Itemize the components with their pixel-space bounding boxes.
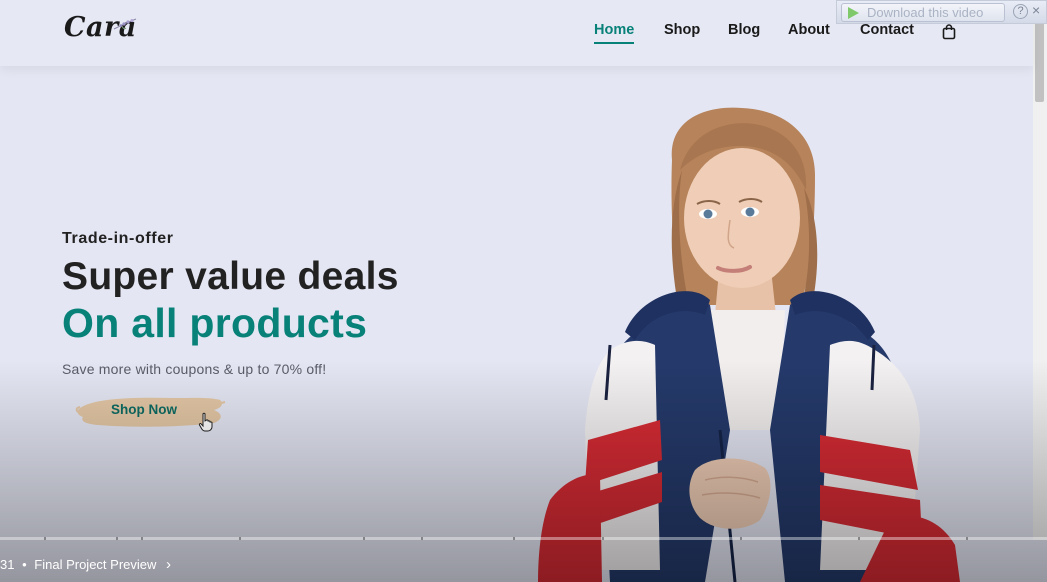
chapter-marker: [421, 537, 423, 540]
page-scrollbar[interactable]: [1033, 0, 1047, 540]
download-video-button[interactable]: Download this video: [841, 3, 1005, 22]
chapter-marker: [239, 537, 241, 540]
model-image: [538, 107, 960, 582]
hand-pointer-cursor-icon: [198, 412, 213, 432]
chapter-title-label: Final Project Preview: [34, 557, 157, 572]
nav-active-underline: [594, 42, 635, 44]
nav-blog[interactable]: Blog: [728, 22, 760, 38]
chapter-marker: [966, 537, 968, 540]
chapter-marker: [602, 537, 604, 540]
nav-shop[interactable]: Shop: [664, 22, 700, 38]
nav-home[interactable]: Home: [594, 22, 635, 44]
chapter-separator: •: [22, 557, 27, 572]
download-video-toolbar: Download this video ? ×: [836, 0, 1047, 24]
download-video-label: Download this video: [867, 5, 984, 20]
nav-contact[interactable]: Contact: [860, 22, 914, 38]
video-chapter-title[interactable]: 31 • Final Project Preview ›: [0, 556, 171, 573]
chevron-right-icon: ›: [166, 556, 172, 573]
chapter-marker: [44, 537, 46, 540]
video-time: 31: [0, 557, 15, 572]
play-icon: [848, 7, 859, 19]
shopping-bag-icon[interactable]: [941, 24, 957, 40]
chapter-marker: [116, 537, 118, 540]
shop-now-label: Shop Now: [111, 402, 177, 417]
chapter-marker: [363, 537, 365, 540]
chapter-marker: [513, 537, 515, 540]
hero-kicker: Trade-in-offer: [62, 230, 174, 247]
help-icon[interactable]: ?: [1013, 4, 1028, 19]
chapter-marker: [141, 537, 143, 540]
nav-about[interactable]: About: [788, 22, 830, 38]
close-icon[interactable]: ×: [1032, 2, 1040, 18]
hero-title-line2: On all products: [62, 300, 368, 346]
lavender-leaf-icon: [113, 18, 137, 30]
chapter-marker: [740, 537, 742, 540]
page: Cara Home Shop Blog About Contact Downlo…: [0, 0, 1047, 582]
hero-subtitle: Save more with coupons & up to 70% off!: [62, 361, 327, 377]
video-progress-bar[interactable]: [0, 537, 1047, 540]
nav-home-label: Home: [594, 22, 635, 38]
hero-title-line1: Super value deals: [62, 255, 399, 298]
chapter-marker: [858, 537, 860, 540]
